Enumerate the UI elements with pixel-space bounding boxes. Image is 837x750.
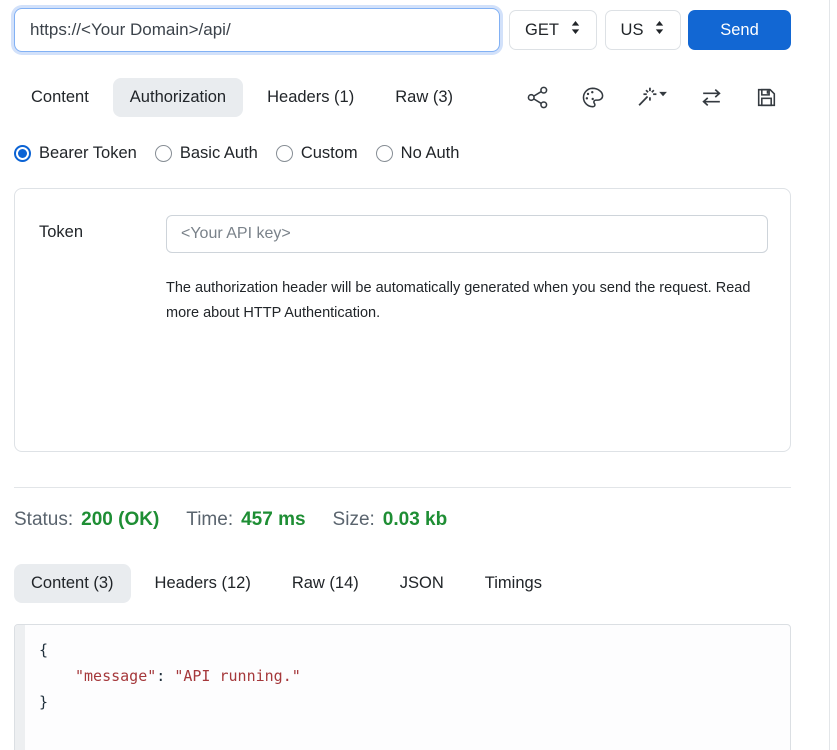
swap-arrows-icon[interactable] bbox=[698, 84, 725, 111]
code-line: "message": "API running." bbox=[39, 663, 790, 689]
status-value: 200 (OK) bbox=[81, 509, 159, 531]
section-divider bbox=[14, 487, 791, 488]
json-close-brace: } bbox=[39, 693, 48, 711]
tab-raw[interactable]: Raw (3) bbox=[378, 78, 470, 117]
code-line: { bbox=[39, 637, 790, 663]
url-input[interactable] bbox=[14, 8, 500, 52]
tab-authorization[interactable]: Authorization bbox=[113, 78, 243, 117]
code-gutter bbox=[15, 625, 25, 750]
auth-options-row: Bearer Token Basic Auth Custom No Auth bbox=[14, 144, 791, 163]
tab-headers[interactable]: Headers (1) bbox=[250, 78, 371, 117]
radio-unselected-icon bbox=[276, 145, 293, 162]
request-bar: GET US Send bbox=[14, 8, 791, 52]
response-tab-json[interactable]: JSON bbox=[383, 564, 461, 603]
status-code-item: Status: 200 (OK) bbox=[14, 509, 159, 531]
auth-option-label: Custom bbox=[301, 144, 358, 163]
token-panel-main: The authorization header will be automat… bbox=[166, 215, 768, 451]
api-tester-page: GET US Send Content Authorization Header… bbox=[0, 0, 837, 750]
auth-option-label: No Auth bbox=[401, 144, 460, 163]
auth-option-custom[interactable]: Custom bbox=[276, 144, 358, 163]
auth-option-label: Bearer Token bbox=[39, 144, 137, 163]
updown-arrows-icon bbox=[570, 20, 581, 40]
radio-unselected-icon bbox=[376, 145, 393, 162]
json-separator: : bbox=[156, 667, 174, 685]
share-nodes-icon[interactable] bbox=[524, 84, 551, 111]
json-value: "API running." bbox=[174, 667, 300, 685]
tab-content[interactable]: Content bbox=[14, 78, 106, 117]
size-value: 0.03 kb bbox=[383, 509, 447, 531]
radio-selected-icon bbox=[14, 145, 31, 162]
main-content: GET US Send Content Authorization Header… bbox=[14, 0, 791, 750]
time-item: Time: 457 ms bbox=[186, 509, 305, 531]
size-item: Size: 0.03 kb bbox=[333, 509, 448, 531]
auth-option-basic-auth[interactable]: Basic Auth bbox=[155, 144, 258, 163]
response-tabs-row: Content (3) Headers (12) Raw (14) JSON T… bbox=[14, 564, 791, 603]
size-label: Size: bbox=[333, 509, 375, 531]
code-line: } bbox=[39, 689, 790, 715]
page-edge-divider bbox=[829, 0, 830, 750]
palette-icon[interactable] bbox=[579, 84, 606, 111]
request-toolbar bbox=[524, 84, 791, 111]
response-tab-headers[interactable]: Headers (12) bbox=[138, 564, 268, 603]
response-tab-content[interactable]: Content (3) bbox=[14, 564, 131, 603]
token-panel: Token The authorization header will be a… bbox=[14, 188, 791, 452]
radio-unselected-icon bbox=[155, 145, 172, 162]
time-label: Time: bbox=[186, 509, 233, 531]
token-input[interactable] bbox=[166, 215, 768, 253]
send-button[interactable]: Send bbox=[688, 10, 791, 50]
response-json-code: { "message": "API running." } bbox=[15, 625, 790, 715]
response-tab-raw[interactable]: Raw (14) bbox=[275, 564, 376, 603]
region-select[interactable]: US bbox=[605, 10, 681, 50]
method-select-value: GET bbox=[525, 21, 559, 40]
response-tab-timings[interactable]: Timings bbox=[468, 564, 559, 603]
json-open-brace: { bbox=[39, 641, 48, 659]
updown-arrows-icon bbox=[654, 20, 665, 40]
status-label: Status: bbox=[14, 509, 73, 531]
token-label: Token bbox=[39, 215, 166, 451]
save-icon[interactable] bbox=[753, 84, 780, 111]
auth-option-no-auth[interactable]: No Auth bbox=[376, 144, 460, 163]
auth-option-label: Basic Auth bbox=[180, 144, 258, 163]
auth-option-bearer-token[interactable]: Bearer Token bbox=[14, 144, 137, 163]
method-select[interactable]: GET bbox=[509, 10, 597, 50]
time-value: 457 ms bbox=[241, 509, 305, 531]
response-status-bar: Status: 200 (OK) Time: 457 ms Size: 0.03… bbox=[14, 509, 791, 531]
token-help-text: The authorization header will be automat… bbox=[166, 276, 754, 326]
json-key: "message" bbox=[75, 667, 156, 685]
magic-wand-dropdown-icon[interactable] bbox=[634, 84, 670, 111]
request-tabs-row: Content Authorization Headers (1) Raw (3… bbox=[14, 78, 791, 117]
response-body-block: { "message": "API running." } bbox=[14, 624, 791, 750]
region-select-value: US bbox=[621, 21, 644, 40]
